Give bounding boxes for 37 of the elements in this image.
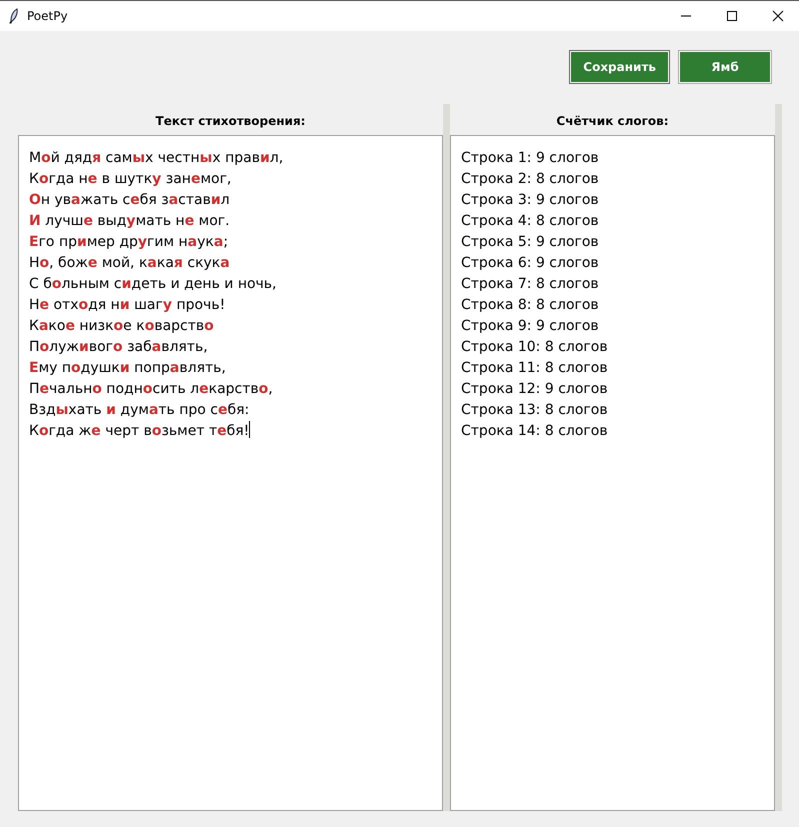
- poem-line: И лучше выдумать не мог.: [29, 212, 230, 231]
- syllable-count-line: Строка 1: 9 слогов: [461, 149, 599, 168]
- poem-line: Не отходя ни шагу прочь!: [29, 296, 226, 315]
- syllable-count-line: Строка 5: 9 слогов: [461, 233, 599, 252]
- poem-line: Когда не в шутку занемог,: [29, 170, 232, 189]
- syllable-count-line: Строка 3: 9 слогов: [461, 191, 599, 210]
- maximize-icon[interactable]: [726, 10, 738, 22]
- panel-heading: Текст стихотворения:: [154, 112, 306, 130]
- syllable-count-line: Строка 6: 9 слогов: [461, 254, 599, 273]
- window-title: PoetPy: [27, 9, 69, 23]
- poem-text-area[interactable]: [18, 135, 443, 811]
- poem-line: Какое низкое коварство: [29, 317, 214, 336]
- syllable-count-line: Строка 11: 8 слогов: [461, 359, 608, 378]
- syllable-count-line: Строка 10: 8 слогов: [461, 338, 608, 357]
- syllable-count-line: Строка 9: 9 слогов: [461, 317, 599, 336]
- syllable-count-line: Строка 4: 8 слогов: [461, 212, 599, 231]
- poem-line: Полуживого забавлять,: [29, 338, 208, 357]
- close-icon[interactable]: [772, 10, 784, 22]
- syllable-count-line: Строка 14: 8 слогов: [461, 422, 608, 441]
- iamb-button[interactable]: Ямб: [679, 51, 771, 83]
- syllable-count-line: Строка 12: 9 слогов: [461, 380, 608, 399]
- poem-line: Ему подушки поправлять,: [29, 359, 226, 378]
- save-button[interactable]: Сохранить: [570, 51, 669, 83]
- poem-line: Мой дядя самых честных правил,: [29, 149, 284, 168]
- syllable-count-line: Строка 7: 8 слогов: [461, 275, 599, 294]
- syllable-count-line: Строка 13: 8 слогов: [461, 401, 608, 420]
- poem-line: Его пример другим наука;: [29, 233, 228, 252]
- syllable-count-line: Строка 8: 8 слогов: [461, 296, 599, 315]
- poem-line: Вздыхать и думать про себя:: [29, 401, 250, 420]
- poem-line: Печально подносить лекарство,: [29, 380, 273, 399]
- poem-line: Он уважать себя заставил: [29, 191, 230, 210]
- feather-icon: [9, 8, 19, 24]
- poem-line: Когда же черт возьмет тебя!: [29, 421, 250, 441]
- poem-line: Но, боже мой, какая скука: [29, 254, 230, 273]
- syllable-count-line: Строка 2: 8 слогов: [461, 170, 599, 189]
- panel-heading: Счётчик слогов:: [555, 112, 670, 130]
- poem-line: С больным сидеть и день и ночь,: [29, 275, 277, 294]
